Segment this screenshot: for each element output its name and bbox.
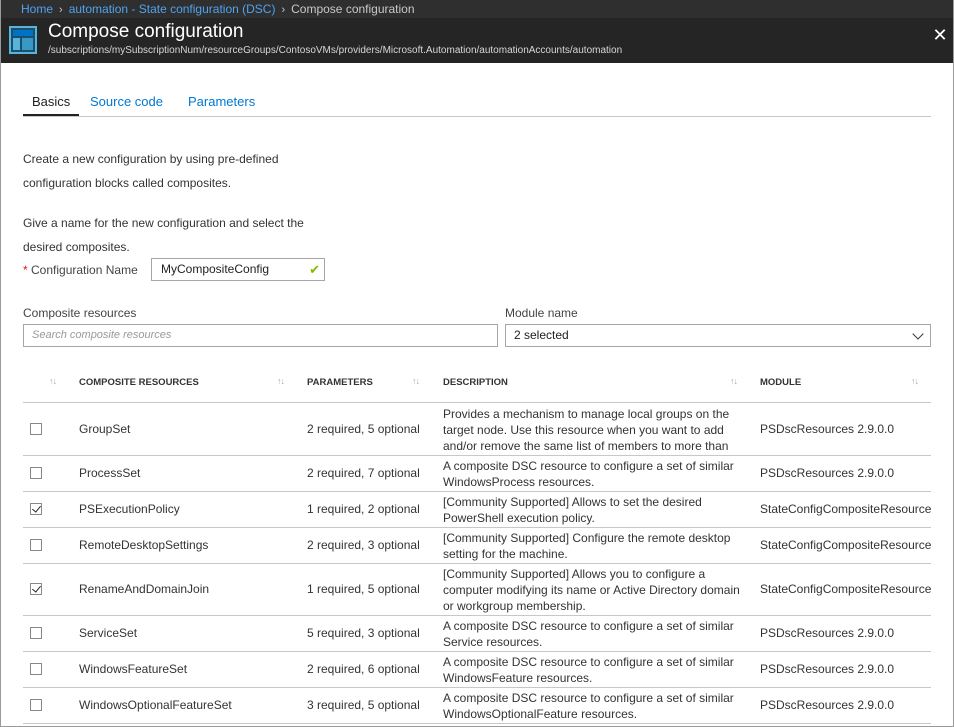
resource-name: ServiceSet — [79, 626, 138, 640]
close-button[interactable]: ✕ — [931, 26, 949, 44]
sort-icon[interactable]: ↑↓ — [911, 376, 919, 386]
row-checkbox[interactable] — [30, 663, 42, 675]
row-checkbox[interactable] — [30, 627, 42, 639]
module-name-value: 2 selected — [514, 328, 569, 342]
resource-description: A composite DSC resource to configure a … — [443, 691, 734, 721]
resource-module: PSDscResources 2.9.0.0 — [760, 626, 895, 640]
intro-line: Create a new configuration by using pre-… — [23, 152, 279, 166]
resource-path: /subscriptions/mySubscriptionNum/resourc… — [48, 45, 623, 56]
resource-parameters: 1 required, 2 optional — [307, 502, 420, 516]
resource-module: StateConfigCompositeResource — [760, 502, 932, 516]
resource-module: PSDscResources 2.9.0.0 — [760, 422, 895, 436]
column-header-composite-resources[interactable]: Composite resources — [79, 377, 199, 388]
resource-name: PSExecutionPolicy — [79, 502, 180, 516]
resource-module: PSDscResources 2.9.0.0 — [760, 662, 895, 676]
breadcrumb: Home › automation - State configuration (D… — [1, 0, 953, 18]
table-row[interactable]: ProcessSet 2 required, 7 optional A compos… — [23, 456, 931, 492]
instruction-line: desired composites. — [23, 240, 130, 254]
resource-description: [Community Supported] Configure the remo… — [443, 531, 731, 561]
module-name-select[interactable]: 2 selected — [505, 324, 931, 347]
table-row[interactable]: ServiceSet 5 required, 3 optional A compos… — [23, 616, 931, 652]
table-row[interactable]: PSExecutionPolicy 1 required, 2 optional [… — [23, 492, 931, 528]
resource-parameters: 2 required, 3 optional — [307, 538, 420, 552]
breadcrumb-current: Compose configuration — [291, 2, 415, 16]
sort-icon[interactable]: ↑↓ — [277, 376, 285, 386]
row-checkbox[interactable] — [30, 583, 42, 595]
configuration-name-input[interactable]: MyCompositeConfig ✔ — [151, 258, 325, 281]
resource-parameters: 2 required, 7 optional — [307, 466, 420, 480]
tab-parameters[interactable]: Parameters — [188, 94, 255, 114]
table-row[interactable]: GroupSet 2 required, 5 optional Provides a… — [23, 403, 931, 456]
table-row[interactable]: RenameAndDomainJoin 1 required, 5 optiona… — [23, 564, 931, 616]
configuration-name-value: MyCompositeConfig — [161, 262, 270, 276]
table-row[interactable]: RemoteDesktopSettings 2 required, 3 optio… — [23, 528, 931, 564]
table-row[interactable]: WindowsFeatureSet 2 required, 6 optional A… — [23, 652, 931, 688]
search-composite-input[interactable]: Search composite resources — [23, 324, 498, 347]
blade-header: Compose configuration /subscriptions/myS… — [1, 18, 953, 63]
instruction-text: Give a name for the new configuration an… — [23, 211, 323, 259]
resource-parameters: 2 required, 5 optional — [307, 422, 420, 436]
resource-description: A composite DSC resource to configure a … — [443, 619, 734, 649]
resource-description: Provides a mechanism to manage local gro… — [443, 407, 730, 453]
resource-parameters: 3 required, 5 optional — [307, 698, 420, 712]
composite-resources-label: Composite resources — [23, 306, 137, 320]
intro-text: Create a new configuration by using pre-… — [23, 147, 323, 195]
row-checkbox[interactable] — [30, 503, 42, 515]
row-checkbox[interactable] — [30, 423, 42, 435]
column-header-parameters[interactable]: Parameters — [307, 377, 373, 388]
resource-module: PSDscResources 2.9.0.0 — [760, 466, 895, 480]
resource-module: PSDscResources 2.9.0.0 — [760, 698, 895, 712]
resource-parameters: 5 required, 3 optional — [307, 626, 420, 640]
resource-description: A composite DSC resource to configure a … — [443, 655, 734, 685]
resource-parameters: 1 required, 5 optional — [307, 582, 420, 596]
resource-name: WindowsFeatureSet — [79, 662, 188, 676]
row-checkbox[interactable] — [30, 467, 42, 479]
module-name-label: Module name — [505, 306, 578, 320]
sort-icon[interactable]: ↑↓ — [730, 376, 738, 386]
resource-name: RenameAndDomainJoin — [79, 582, 210, 596]
resource-name: WindowsOptionalFeatureSet — [79, 698, 232, 712]
sort-icon[interactable]: ↑↓ — [49, 376, 57, 386]
column-header-description[interactable]: Description — [443, 377, 508, 388]
breadcrumb-separator-icon: › — [281, 4, 286, 16]
composite-resources-table: ↑↓ Composite resources ↑↓ Parameters ↑↓ … — [23, 368, 931, 724]
column-header-module[interactable]: Module — [760, 377, 801, 388]
required-marker: * — [23, 263, 28, 277]
checkmark-icon: ✔ — [309, 262, 320, 277]
row-checkbox[interactable] — [30, 699, 42, 711]
breadcrumb-automation-dsc[interactable]: automation - State configuration (DSC) — [69, 2, 276, 16]
table-row[interactable]: WindowsOptionalFeatureSet 3 required, 5 o… — [23, 688, 931, 724]
resource-name: GroupSet — [79, 422, 131, 436]
resource-parameters: 2 required, 6 optional — [307, 662, 420, 676]
page-title: Compose configuration — [48, 21, 244, 42]
resource-description: [Community Supported] Allows to set the … — [443, 495, 702, 525]
breadcrumb-separator-icon: › — [59, 4, 63, 16]
breadcrumb-home[interactable]: Home — [21, 2, 53, 16]
tab-source-code[interactable]: Source code — [90, 94, 163, 114]
dsc-blade-icon — [9, 26, 37, 54]
configuration-name-label: * Configuration Name — [23, 263, 138, 277]
chevron-down-icon — [912, 328, 924, 340]
intro-line: configuration blocks called composites. — [23, 176, 232, 190]
tab-bar: Basics Source code Parameters — [23, 90, 931, 117]
tab-basics[interactable]: Basics — [23, 94, 80, 116]
table-header: ↑↓ Composite resources ↑↓ Parameters ↑↓ … — [23, 368, 931, 403]
resource-name: RemoteDesktopSettings — [79, 538, 209, 552]
sort-icon[interactable]: ↑↓ — [412, 376, 420, 386]
instruction-line: Give a name for the new configuration an… — [23, 216, 304, 230]
resource-module: StateConfigCompositeResource — [760, 538, 932, 552]
resource-description: A composite DSC resource to configure a … — [443, 459, 734, 489]
compose-configuration-blade: Home › automation - State configuration (D… — [0, 0, 954, 727]
resource-module: StateConfigCompositeResource — [760, 582, 932, 596]
row-checkbox[interactable] — [30, 539, 42, 551]
table-body: GroupSet 2 required, 5 optional Provides a… — [23, 403, 931, 724]
resource-name: ProcessSet — [79, 466, 141, 480]
close-icon: ✕ — [932, 25, 948, 45]
resource-description: [Community Supported] Allows you to conf… — [443, 567, 740, 613]
